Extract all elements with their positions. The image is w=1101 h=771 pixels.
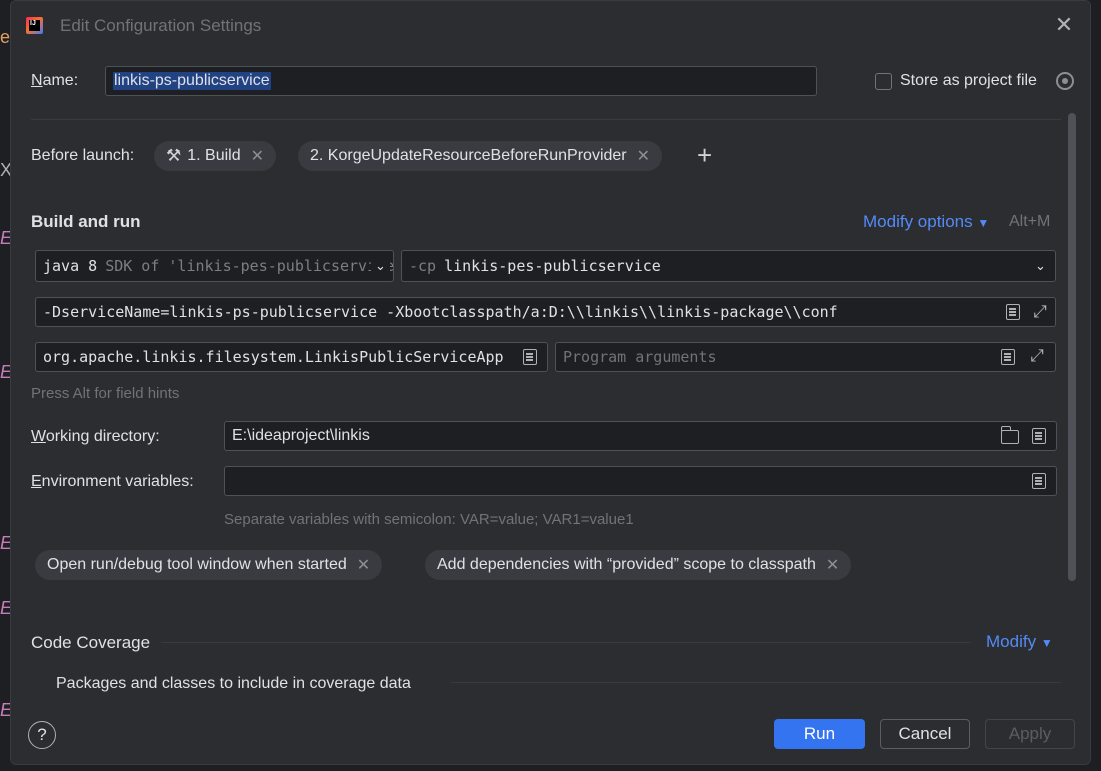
- vm-options-input[interactable]: -DserviceName=linkis-ps-publicservice -X…: [35, 297, 1056, 327]
- dialog-footer: ? Run Cancel Apply: [11, 701, 1090, 764]
- coverage-packages-label: Packages and classes to include in cover…: [56, 675, 411, 692]
- chevron-down-icon: ▼: [1040, 636, 1053, 650]
- background-ide-edge: e X E E E E E: [0, 0, 10, 771]
- separator: [31, 119, 1061, 120]
- expand-text-icon[interactable]: [1001, 349, 1015, 365]
- modify-options-shortcut: Alt+M: [1009, 213, 1051, 230]
- field-hints-text: Press Alt for field hints: [31, 385, 180, 402]
- jdk-name: java 8: [43, 257, 98, 275]
- chevron-down-icon: ▼: [977, 216, 990, 230]
- environment-variables-hint: Separate variables with semicolon: VAR=v…: [224, 511, 634, 528]
- background-glyph: E: [0, 228, 10, 249]
- folder-icon[interactable]: [1000, 426, 1019, 444]
- cp-value: linkis-pes-publicservice: [444, 257, 661, 275]
- insert-macro-icon[interactable]: [1032, 428, 1046, 444]
- help-icon[interactable]: ?: [28, 721, 56, 749]
- hammer-icon: ⚒: [166, 146, 182, 165]
- separator: [451, 682, 1061, 683]
- edit-configuration-dialog: IJ Edit Configuration Settings ✕ Name: l…: [10, 0, 1091, 765]
- before-launch-label: Before launch:: [31, 147, 135, 164]
- jdk-module: SDK of 'linkis-pes-publicservice': [105, 257, 394, 275]
- expand-icon[interactable]: ⤢: [1028, 347, 1046, 365]
- intellij-logo-icon: IJ: [26, 17, 43, 34]
- chevron-down-icon[interactable]: ⌄: [371, 258, 390, 274]
- scrollbar[interactable]: [1068, 113, 1076, 581]
- dialog-content: Name: linkis-ps-publicservice Store as p…: [11, 51, 1090, 701]
- modify-options-label: Modify options: [863, 212, 973, 231]
- store-as-project-file-label: Store as project file: [900, 72, 1037, 89]
- close-icon[interactable]: ✕: [1054, 14, 1074, 36]
- run-button[interactable]: Run: [774, 719, 865, 749]
- background-glyph: E: [0, 533, 10, 554]
- working-directory-value: E:\ideaproject\linkis: [232, 427, 370, 444]
- expand-text-icon[interactable]: [1006, 304, 1020, 320]
- cp-flag: -cp: [409, 257, 437, 275]
- main-class-value: org.apache.linkis.filesystem.LinkisPubli…: [43, 348, 504, 366]
- program-arguments-input[interactable]: Program arguments: [555, 342, 1056, 372]
- dialog-title: Edit Configuration Settings: [60, 16, 262, 35]
- environment-variables-label: Environment variables:: [31, 473, 194, 490]
- jdk-select[interactable]: java 8 SDK of 'linkis-pes-publicservice': [35, 250, 394, 282]
- background-glyph: E: [0, 362, 10, 383]
- background-glyph: X: [0, 160, 10, 180]
- modify-options-link[interactable]: Modify options ▼: [863, 212, 989, 232]
- option-label: Add dependencies with “provided” scope t…: [437, 556, 816, 573]
- main-class-input[interactable]: org.apache.linkis.filesystem.LinkisPubli…: [35, 342, 548, 372]
- build-and-run-title: Build and run: [31, 212, 141, 231]
- name-label: Name:: [31, 72, 79, 89]
- separator: [161, 642, 971, 643]
- add-task-icon[interactable]: +: [697, 142, 712, 168]
- option-label: Open run/debug tool window when started: [47, 556, 347, 573]
- coverage-modify-link[interactable]: Modify ▼: [986, 632, 1053, 652]
- before-launch-task-build[interactable]: ⚒ 1. Build ✕: [154, 141, 277, 171]
- gear-icon[interactable]: [1056, 72, 1074, 90]
- task-label: 2. KorgeUpdateResourceBeforeRunProvider: [310, 147, 627, 164]
- browse-class-icon[interactable]: [523, 349, 537, 365]
- before-launch-task-korge[interactable]: 2. KorgeUpdateResourceBeforeRunProvider …: [298, 141, 663, 171]
- background-glyph: E: [0, 598, 10, 619]
- background-glyph: E: [0, 700, 10, 721]
- store-as-project-file-checkbox[interactable]: [875, 73, 892, 90]
- remove-option-icon[interactable]: ✕: [357, 555, 370, 575]
- remove-option-icon[interactable]: ✕: [826, 555, 839, 575]
- task-label: 1. Build: [187, 147, 241, 164]
- edit-env-vars-icon[interactable]: [1032, 473, 1046, 489]
- environment-variables-input[interactable]: [224, 466, 1057, 496]
- option-add-provided-deps[interactable]: Add dependencies with “provided” scope t…: [425, 550, 852, 580]
- program-arguments-placeholder: Program arguments: [563, 348, 717, 366]
- background-glyph: e: [0, 27, 10, 47]
- background-ide-right-edge: [1091, 0, 1101, 771]
- working-directory-input[interactable]: E:\ideaproject\linkis: [224, 421, 1057, 451]
- vm-options-value: -DserviceName=linkis-ps-publicservice -X…: [43, 303, 838, 321]
- name-input[interactable]: linkis-ps-publicservice: [105, 66, 817, 96]
- apply-button[interactable]: Apply: [985, 719, 1075, 749]
- remove-task-icon[interactable]: ✕: [637, 146, 650, 166]
- cancel-button[interactable]: Cancel: [880, 719, 970, 749]
- remove-task-icon[interactable]: ✕: [251, 146, 264, 166]
- title-bar: IJ Edit Configuration Settings ✕: [11, 1, 1090, 51]
- working-directory-label: Working directory:: [31, 428, 160, 445]
- expand-icon[interactable]: ⤢: [1031, 303, 1049, 321]
- chevron-down-icon[interactable]: ⌄: [1035, 258, 1046, 274]
- coverage-modify-label: Modify: [986, 632, 1037, 651]
- classpath-select[interactable]: -cp linkis-pes-publicservice: [401, 250, 1056, 282]
- name-value: linkis-ps-publicservice: [113, 72, 271, 90]
- code-coverage-title: Code Coverage: [31, 633, 151, 652]
- option-open-run-debug-window[interactable]: Open run/debug tool window when started …: [35, 550, 383, 580]
